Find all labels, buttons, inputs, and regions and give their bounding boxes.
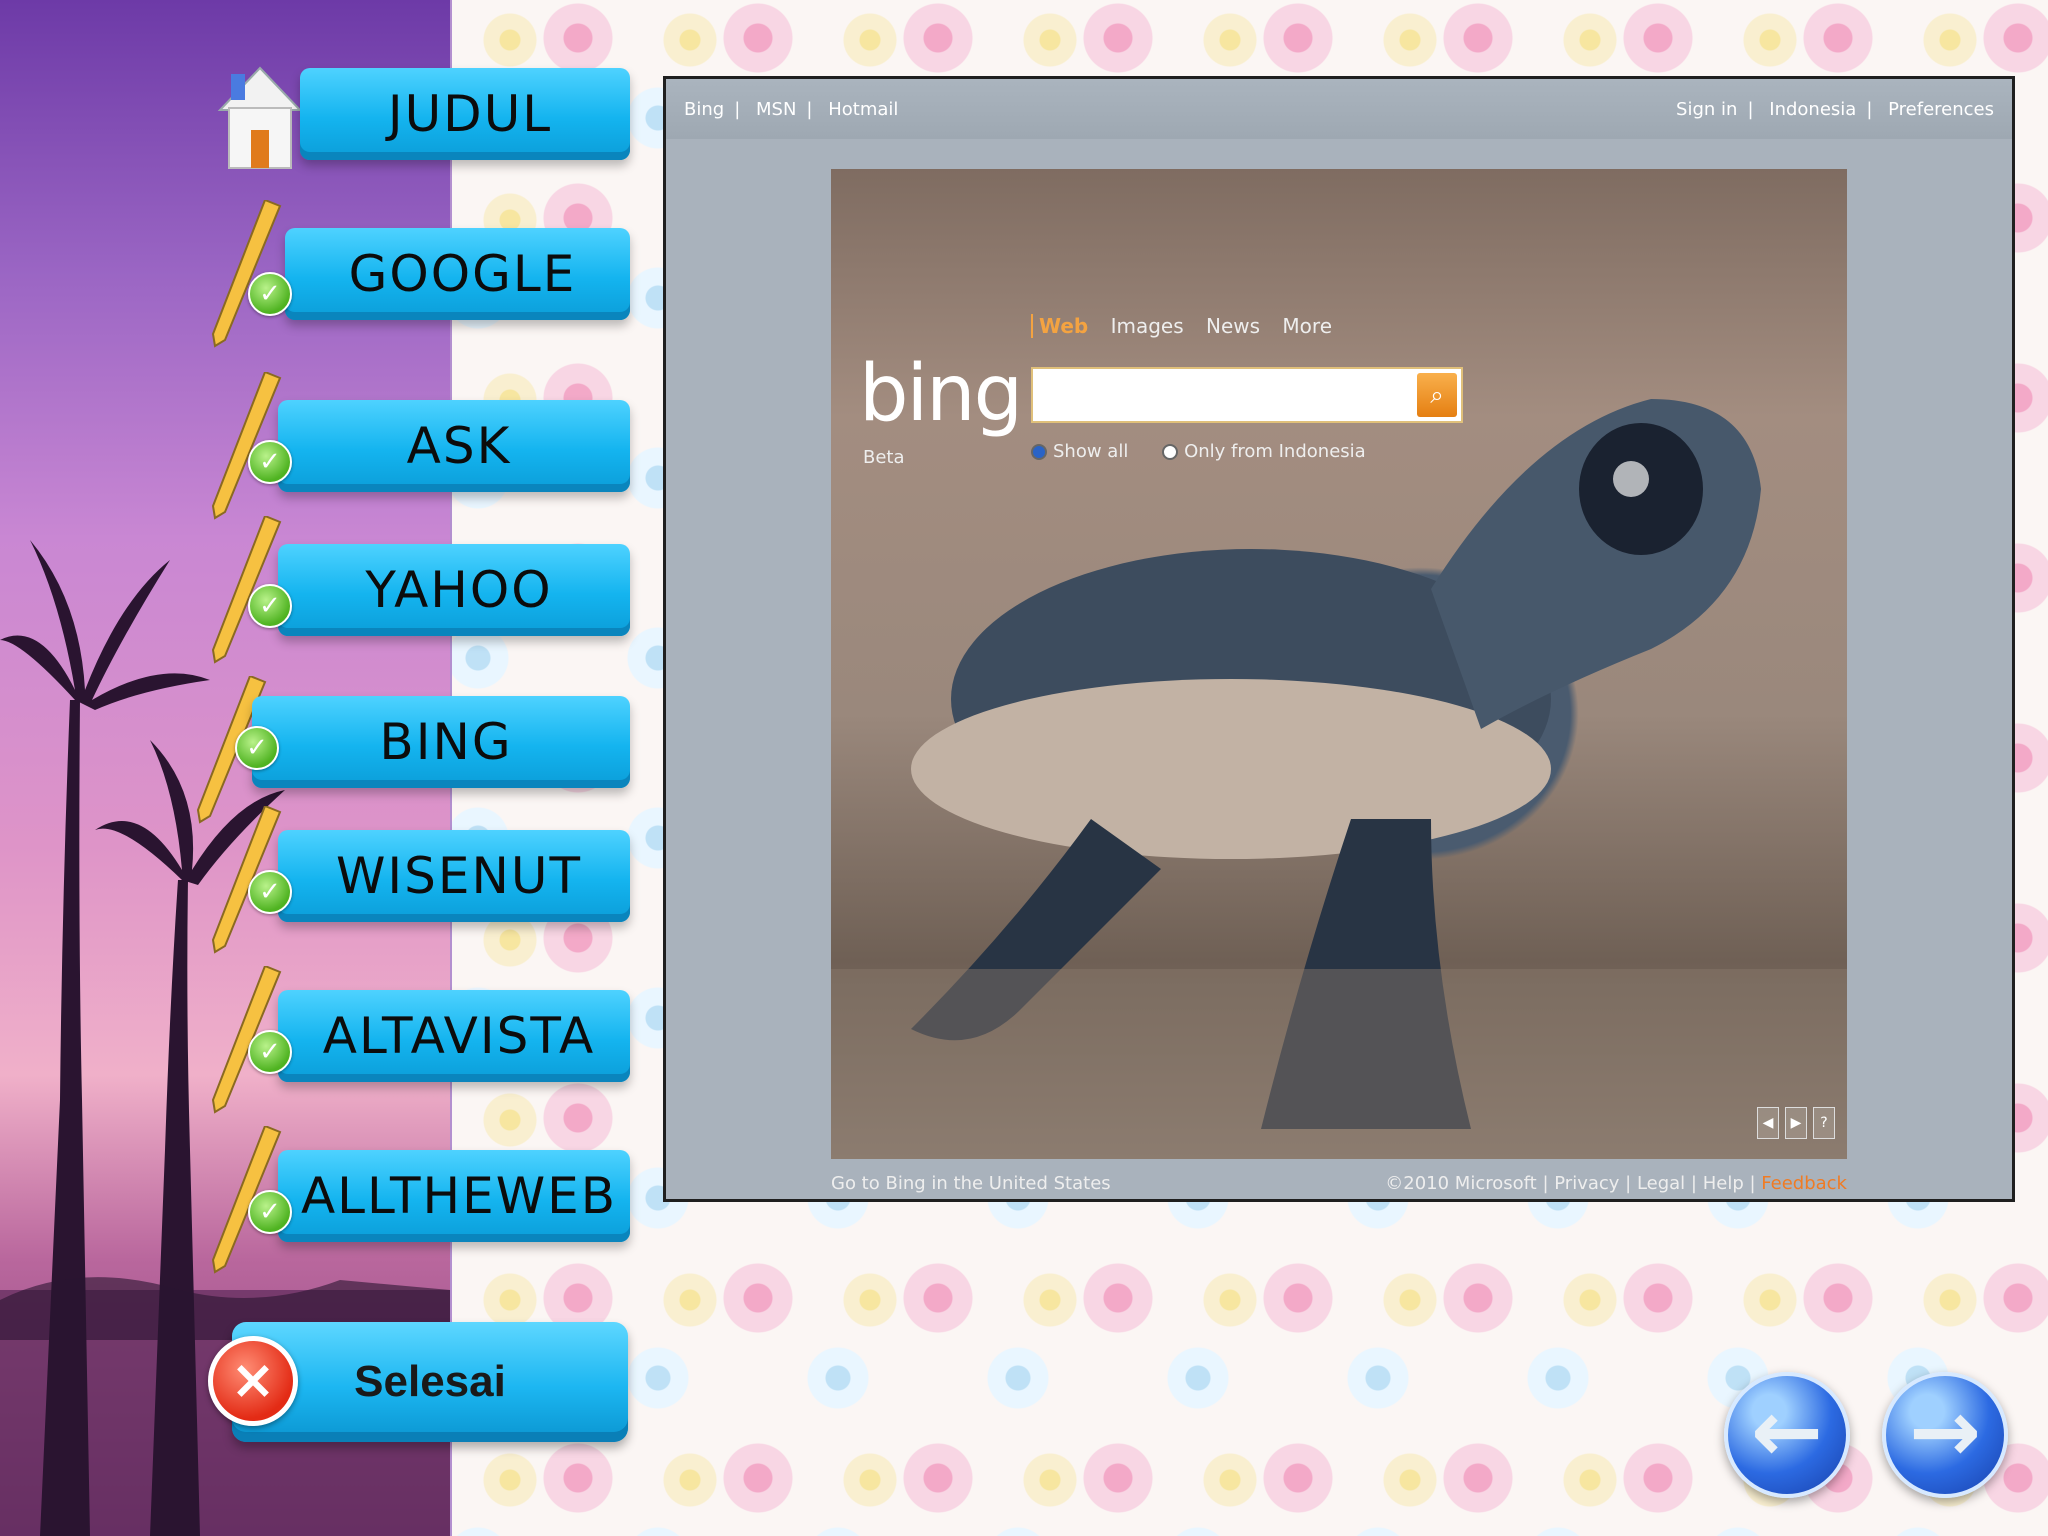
option-label: Only from Indonesia [1184, 441, 1366, 462]
search-icon[interactable]: ⌕ [1417, 373, 1457, 417]
topbar-left-links: Bing | MSN | Hotmail [684, 99, 899, 120]
back-arrow-icon[interactable]: ← [1724, 1372, 1850, 1498]
nav-button-label: JUDUL [387, 85, 553, 143]
info-icon[interactable]: ? [1813, 1107, 1835, 1139]
option-label: Show all [1053, 441, 1129, 462]
nav-button-alltheweb[interactable]: ALLTHEWEB [278, 1150, 630, 1242]
nav-button-judul[interactable]: JUDUL [300, 68, 630, 160]
search-input[interactable] [1041, 375, 1415, 417]
check-icon: ✓ [248, 1190, 292, 1234]
footer-link-legal[interactable]: Legal [1637, 1173, 1685, 1194]
footer-copyright: ©2010 Microsoft [1385, 1173, 1537, 1194]
topbar-link-indonesia[interactable]: Indonesia [1769, 99, 1856, 120]
nav-button-label: ALLTHEWEB [300, 1167, 618, 1225]
topbar-link-sign-in[interactable]: Sign in [1676, 99, 1737, 120]
image-carousel-controls: ◀ ▶ ? [1757, 1107, 1835, 1139]
footer-link-privacy[interactable]: Privacy [1554, 1173, 1619, 1194]
nav-button-google[interactable]: GOOGLE [285, 228, 630, 320]
search-scope-options: Show all Only from Indonesia [1031, 441, 1394, 462]
topbar-link-hotmail[interactable]: Hotmail [828, 99, 898, 120]
radio-icon [1031, 444, 1047, 460]
tab-more[interactable]: More [1282, 314, 1332, 338]
check-icon: ✓ [248, 272, 292, 316]
check-icon: ✓ [248, 870, 292, 914]
nav-button-bing[interactable]: BING [252, 696, 630, 788]
nav-button-label: WISENUT [335, 847, 583, 905]
nav-button-yahoo[interactable]: YAHOO [278, 544, 630, 636]
topbar-link-msn[interactable]: MSN [756, 99, 796, 120]
check-icon: ✓ [235, 726, 279, 770]
bing-footer: Go to Bing in the United States ©2010 Mi… [831, 1169, 1847, 1199]
footer-link-help[interactable]: Help [1703, 1173, 1744, 1194]
nav-button-label: GOOGLE [348, 245, 577, 303]
nav-button-ask[interactable]: ASK [278, 400, 630, 492]
option-only-indonesia[interactable]: Only from Indonesia [1162, 441, 1366, 462]
nav-button-altavista[interactable]: ALTAVISTA [278, 990, 630, 1082]
check-icon: ✓ [248, 1030, 292, 1074]
radio-icon [1162, 444, 1179, 460]
nav-button-label: BING [379, 713, 513, 771]
option-show-all[interactable]: Show all [1031, 441, 1128, 462]
nav-button-label: ALTAVISTA [322, 1007, 596, 1065]
bing-screenshot: Bing | MSN | Hotmail Sign in | Indonesia | P… [663, 76, 2015, 1202]
bing-logo: bing [859, 349, 1023, 439]
finish-button-label: Selesai [354, 1357, 506, 1406]
bing-background-photo: bing Beta Web Images News More ⌕ Show al… [831, 169, 1847, 1159]
home-icon[interactable] [215, 60, 305, 180]
nav-button-label: YAHOO [365, 561, 553, 619]
tab-web[interactable]: Web [1031, 314, 1089, 338]
topbar-link-preferences[interactable]: Preferences [1888, 99, 1994, 120]
nav-button-wisenut[interactable]: WISENUT [278, 830, 630, 922]
nav-button-label: ASK [406, 417, 512, 475]
bing-beta-label: Beta [863, 447, 905, 468]
tab-news[interactable]: News [1206, 314, 1260, 338]
tab-images[interactable]: Images [1111, 314, 1184, 338]
footer-link-feedback[interactable]: Feedback [1761, 1173, 1847, 1194]
next-image-icon[interactable]: ▶ [1785, 1107, 1807, 1139]
footer-link-us[interactable]: Go to Bing in the United States [831, 1173, 1111, 1194]
forward-arrow-icon[interactable]: → [1882, 1372, 2008, 1498]
check-icon: ✓ [248, 584, 292, 628]
check-icon: ✓ [248, 440, 292, 484]
topbar-link-bing[interactable]: Bing [684, 99, 724, 120]
bing-topbar: Bing | MSN | Hotmail Sign in | Indonesia | P… [666, 79, 2012, 139]
topbar-right-links: Sign in | Indonesia | Preferences [1676, 99, 1994, 120]
previous-image-icon[interactable]: ◀ [1757, 1107, 1779, 1139]
close-icon: × [208, 1336, 298, 1426]
bing-tabs: Web Images News More [1031, 314, 1348, 338]
bing-search-box[interactable]: ⌕ [1031, 367, 1463, 423]
footer-right-links: ©2010 Microsoft | Privacy | Legal | Help… [1385, 1173, 1847, 1194]
